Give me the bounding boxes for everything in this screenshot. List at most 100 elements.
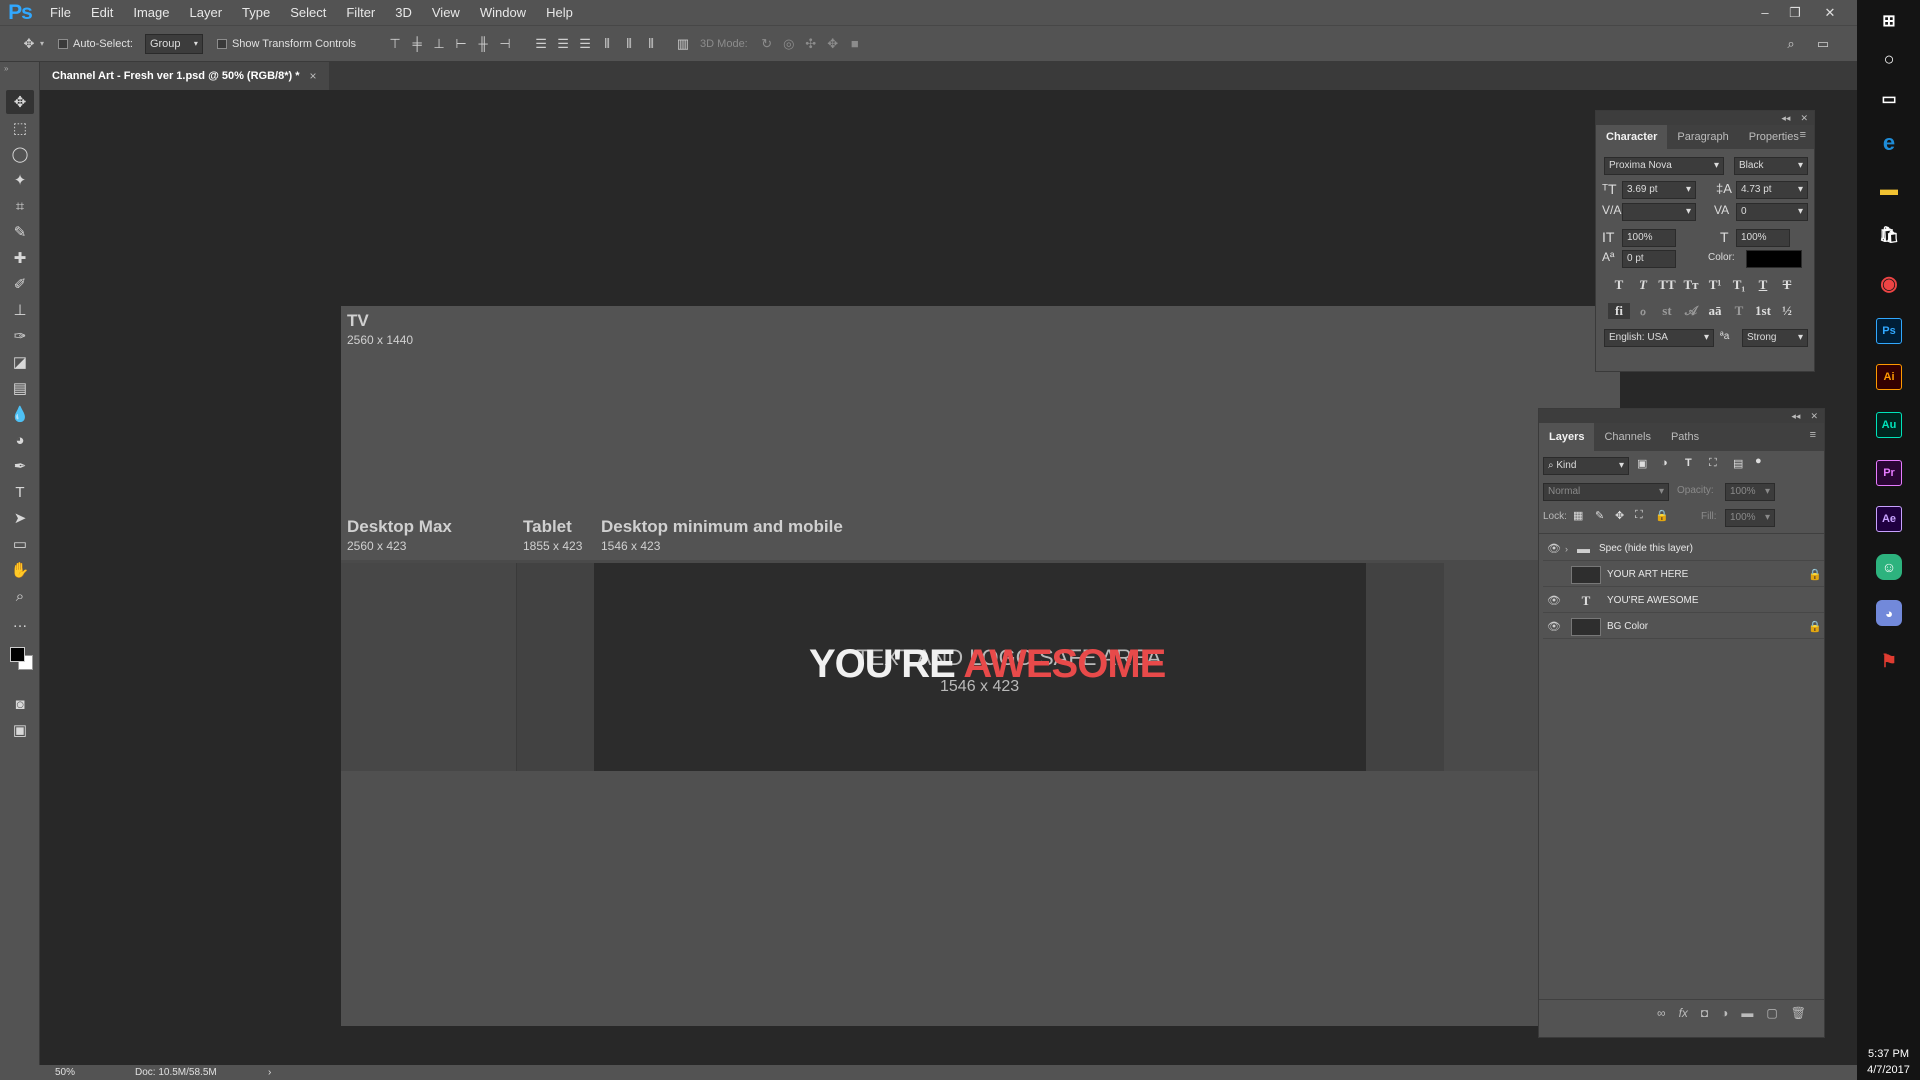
marquee-tool-icon[interactable]: ⬚ [6,116,34,140]
ordinals-icon[interactable]: 1st [1752,303,1774,319]
visibility-eye-icon[interactable]: 👁 [1543,542,1565,555]
align-vcenter-icon[interactable]: ╪ [406,33,428,55]
panel-menu-icon[interactable]: ≡ [1800,129,1806,141]
layer-row[interactable]: 👁 › ▬ Spec (hide this layer) [1543,537,1824,561]
leading-field[interactable]: 4.73 pt ▾ [1736,181,1808,199]
move-tool-icon[interactable]: ✥ [18,33,40,55]
filter-adjustment-icon[interactable]: ◑ [1661,457,1668,469]
chevron-right-icon[interactable]: › [1565,544,1577,554]
filter-shape-icon[interactable]: ⛶ [1709,457,1717,470]
all-caps-icon[interactable]: TT [1656,277,1678,293]
blur-tool-icon[interactable]: 💧 [6,402,34,426]
quick-mask-icon[interactable]: ◙ [6,692,34,716]
distribute-right-icon[interactable]: ⫴ [640,33,662,55]
3d-pan-icon[interactable]: ✣ [800,33,822,55]
zoom-tool-icon[interactable]: ⌕ [6,584,34,608]
filter-pixel-icon[interactable]: ▣ [1637,457,1647,470]
lock-position-icon[interactable]: ✥ [1615,509,1624,522]
channel-art-canvas[interactable]: TV 2560 x 1440 Desktop Max 2560 x 423 Ta… [341,306,1620,1026]
eyedropper-icon[interactable]: ✎ [6,220,34,244]
acrobat-icon[interactable]: ⚑ [1876,648,1902,674]
lock-artboard-icon[interactable]: ⛶ [1635,509,1643,522]
new-layer-icon[interactable]: ▢ [1766,1006,1777,1020]
antialias-select[interactable]: Strong ▾ [1742,329,1808,347]
healing-brush-icon[interactable]: ✚ [6,246,34,270]
magic-wand-icon[interactable]: ✦ [6,168,34,192]
lasso-tool-icon[interactable]: ◯ [6,142,34,166]
collapse-icon[interactable]: » [4,64,8,73]
blend-mode-select[interactable]: Normal ▾ [1543,483,1669,501]
file-explorer-icon[interactable]: ▬ [1876,176,1902,202]
text-color-swatch[interactable] [1746,250,1802,268]
crop-tool-icon[interactable]: ⌗ [6,194,34,218]
fractions-icon[interactable]: ½ [1776,303,1798,319]
3d-slide-icon[interactable]: ✥ [822,33,844,55]
distribute-left-icon[interactable]: ⫴ [596,33,618,55]
font-size-field[interactable]: 3.69 pt ▾ [1622,181,1696,199]
chat-app-icon[interactable]: ☺ [1876,554,1902,580]
show-transform-checkbox[interactable] [216,38,227,49]
tab-paths[interactable]: Paths [1661,423,1709,451]
chevron-down-icon[interactable]: ▾ [40,39,44,48]
tab-channels[interactable]: Channels [1594,423,1660,451]
menu-view[interactable]: View [422,0,470,25]
new-group-icon[interactable]: ▬ [1741,1006,1753,1020]
adjustment-layer-icon[interactable]: ◑ [1721,1006,1728,1020]
lock-all-icon[interactable]: 🔒 [1655,509,1669,522]
tab-paragraph[interactable]: Paragraph [1667,125,1738,149]
close-panel-icon[interactable]: ✕ [1810,411,1818,422]
stamp-tool-icon[interactable]: ⊥ [6,298,34,322]
distribute-hcenter-icon[interactable]: ⫴ [618,33,640,55]
menu-help[interactable]: Help [536,0,583,25]
audition-icon[interactable]: Au [1876,412,1902,438]
distribute-top-icon[interactable]: ☰ [530,33,552,55]
foreground-color-swatch[interactable] [10,647,25,662]
3d-roll-icon[interactable]: ◎ [778,33,800,55]
dodge-tool-icon[interactable]: ◕ [6,428,34,452]
font-family-select[interactable]: Proxima Nova ▾ [1604,157,1724,175]
premiere-icon[interactable]: Pr [1876,460,1902,486]
workspace-icon[interactable]: ▭ [1812,33,1834,55]
superscript-icon[interactable]: T¹ [1704,277,1726,293]
move-tool-icon[interactable]: ✥ [6,90,34,114]
filter-smart-object-icon[interactable]: ▤ [1733,457,1743,470]
opacity-field[interactable]: 100% ▾ [1725,483,1775,501]
menu-select[interactable]: Select [280,0,336,25]
link-layers-icon[interactable]: ∞ [1657,1006,1666,1020]
document-tab[interactable]: Channel Art - Fresh ver 1.psd @ 50% (RGB… [40,62,329,90]
after-effects-icon[interactable]: Ae [1876,506,1902,532]
filter-toggle-icon[interactable]: ● [1755,455,1762,467]
visibility-eye-icon[interactable]: 👁 [1543,594,1565,607]
auto-align-icon[interactable]: ▥ [672,33,694,55]
subscript-icon[interactable]: T₁ [1728,277,1750,293]
gradient-tool-icon[interactable]: ▤ [6,376,34,400]
menu-edit[interactable]: Edit [81,0,123,25]
lock-pixels-icon[interactable]: ✎ [1595,509,1604,522]
align-left-icon[interactable]: ⊢ [450,33,472,55]
task-view-icon[interactable]: ▭ [1876,86,1902,112]
close-tab-icon[interactable]: × [310,69,317,83]
lock-transparent-icon[interactable]: ▦ [1573,509,1583,522]
distribute-bottom-icon[interactable]: ☰ [574,33,596,55]
3d-camera-icon[interactable]: ■ [844,33,866,55]
path-select-icon[interactable]: ➤ [6,506,34,530]
brush-tool-icon[interactable]: ✐ [6,272,34,296]
old-style-icon[interactable]: ℴ [1632,303,1654,319]
cortana-icon[interactable]: ○ [1876,46,1902,72]
layer-style-icon[interactable]: fx [1679,1006,1688,1020]
underline-icon[interactable]: T [1752,277,1774,293]
edge-browser-icon[interactable]: e [1876,130,1902,156]
align-hcenter-icon[interactable]: ╫ [472,33,494,55]
small-caps-icon[interactable]: Tт [1680,277,1702,293]
tracking-field[interactable]: 0 ▾ [1736,203,1808,221]
visibility-eye-icon[interactable]: 👁 [1543,620,1565,633]
stylistic-alternates-icon[interactable]: aā [1704,303,1726,319]
taskbar-clock[interactable]: 5:37 PM 4/7/2017 [1857,1046,1920,1078]
menu-file[interactable]: File [40,0,81,25]
visibility-eye-icon[interactable]: 👁 [1543,568,1565,581]
search-icon[interactable]: ⌕ [1780,33,1802,55]
panel-menu-icon[interactable]: ≡ [1810,429,1816,441]
delete-layer-icon[interactable]: 🗑 [1791,1006,1806,1020]
menu-layer[interactable]: Layer [180,0,233,25]
filter-type-icon[interactable]: T [1685,457,1692,469]
